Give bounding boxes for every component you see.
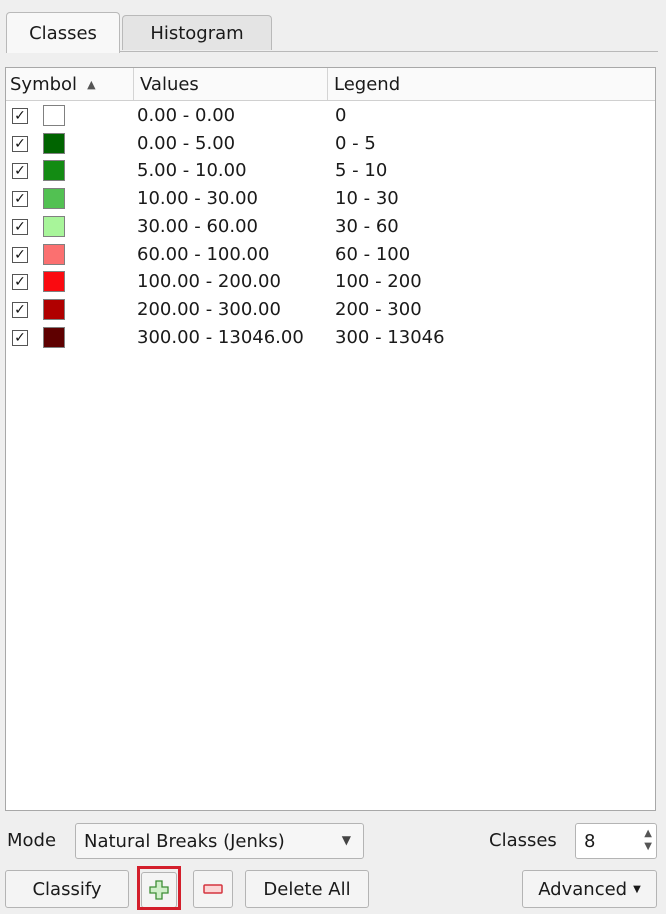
legend-cell[interactable]: 200 - 300 bbox=[335, 299, 422, 321]
class-checkbox[interactable]: ✓ bbox=[12, 329, 28, 346]
legend-cell[interactable]: 0 bbox=[335, 105, 346, 127]
class-checkbox[interactable]: ✓ bbox=[12, 108, 28, 124]
classify-button[interactable]: Classify bbox=[5, 870, 129, 908]
table-row[interactable]: ✓ 0.00 - 0.00 0 bbox=[6, 105, 655, 129]
legend-cell[interactable]: 30 - 60 bbox=[335, 216, 399, 238]
symbol-swatch[interactable] bbox=[43, 215, 65, 237]
classes-value: 8 bbox=[584, 830, 596, 852]
mode-label: Mode bbox=[7, 830, 57, 851]
add-button-highlight bbox=[137, 866, 181, 910]
table-row[interactable]: ✓ 300.00 - 13046.00 300 - 13046 bbox=[6, 326, 655, 351]
symbol-swatch[interactable] bbox=[43, 243, 65, 265]
values-cell[interactable]: 0.00 - 5.00 bbox=[137, 133, 235, 155]
table-row[interactable]: ✓ 0.00 - 5.00 0 - 5 bbox=[6, 132, 655, 157]
values-cell[interactable]: 60.00 - 100.00 bbox=[137, 244, 269, 266]
remove-icon bbox=[203, 884, 223, 894]
class-checkbox[interactable]: ✓ bbox=[12, 191, 28, 208]
class-checkbox[interactable]: ✓ bbox=[12, 301, 28, 318]
table-header: Symbol ▲ Values Legend bbox=[6, 68, 655, 101]
sort-ascending-icon: ▲ bbox=[87, 77, 96, 91]
symbol-swatch[interactable] bbox=[43, 326, 65, 348]
legend-cell[interactable]: 300 - 13046 bbox=[335, 327, 445, 349]
values-cell[interactable]: 10.00 - 30.00 bbox=[137, 188, 258, 210]
legend-cell[interactable]: 100 - 200 bbox=[335, 271, 422, 293]
symbol-swatch[interactable] bbox=[43, 132, 65, 154]
values-cell[interactable]: 100.00 - 200.00 bbox=[137, 271, 281, 293]
header-legend[interactable]: Legend bbox=[327, 68, 655, 100]
header-symbol-label: Symbol bbox=[10, 73, 78, 95]
class-checkbox[interactable]: ✓ bbox=[12, 274, 28, 291]
mode-select[interactable]: Natural Breaks (Jenks) ▼ bbox=[75, 823, 364, 859]
values-cell[interactable]: 30.00 - 60.00 bbox=[137, 216, 258, 238]
class-checkbox[interactable]: ✓ bbox=[12, 135, 28, 152]
classes-label: Classes bbox=[489, 830, 557, 851]
advanced-button[interactable]: Advanced ▼ bbox=[522, 870, 657, 908]
spin-arrows-icon[interactable]: ▲ ▼ bbox=[644, 827, 652, 853]
table-row[interactable]: ✓ 5.00 - 10.00 5 - 10 bbox=[6, 160, 655, 184]
symbol-swatch[interactable] bbox=[43, 271, 65, 293]
table-row[interactable]: ✓ 30.00 - 60.00 30 - 60 bbox=[6, 215, 655, 240]
tab-histogram[interactable]: Histogram bbox=[122, 15, 272, 50]
header-symbol[interactable]: Symbol ▲ bbox=[10, 68, 127, 100]
table-row[interactable]: ✓ 200.00 - 300.00 200 - 300 bbox=[6, 298, 655, 323]
menu-arrow-icon: ▼ bbox=[633, 883, 641, 895]
classes-table[interactable]: Symbol ▲ Values Legend ✓ 0.00 - 0.00 0 ✓ 0.0… bbox=[5, 67, 656, 811]
delete-all-button[interactable]: Delete All bbox=[245, 870, 369, 908]
values-cell[interactable]: 300.00 - 13046.00 bbox=[137, 327, 304, 349]
values-cell[interactable]: 0.00 - 0.00 bbox=[137, 105, 235, 127]
chevron-down-icon: ▼ bbox=[341, 833, 351, 847]
values-cell[interactable]: 5.00 - 10.00 bbox=[137, 160, 247, 182]
header-values[interactable]: Values bbox=[133, 68, 327, 100]
table-row[interactable]: ✓ 100.00 - 200.00 100 - 200 bbox=[6, 271, 655, 295]
class-checkbox[interactable]: ✓ bbox=[12, 218, 28, 235]
symbol-swatch[interactable] bbox=[43, 298, 65, 320]
table-row[interactable]: ✓ 10.00 - 30.00 10 - 30 bbox=[6, 188, 655, 212]
values-cell[interactable]: 200.00 - 300.00 bbox=[137, 299, 281, 321]
remove-class-button[interactable] bbox=[193, 870, 233, 908]
class-checkbox[interactable]: ✓ bbox=[12, 163, 28, 180]
classes-spinbox[interactable]: 8 ▲ ▼ bbox=[575, 823, 657, 859]
mode-value: Natural Breaks (Jenks) bbox=[84, 830, 285, 852]
symbol-swatch[interactable] bbox=[43, 188, 65, 210]
table-row[interactable]: ✓ 60.00 - 100.00 60 - 100 bbox=[6, 243, 655, 268]
legend-cell[interactable]: 5 - 10 bbox=[335, 160, 387, 182]
legend-cell[interactable]: 0 - 5 bbox=[335, 133, 376, 155]
class-checkbox[interactable]: ✓ bbox=[12, 246, 28, 263]
legend-cell[interactable]: 60 - 100 bbox=[335, 244, 410, 266]
advanced-label: Advanced bbox=[538, 878, 628, 900]
legend-cell[interactable]: 10 - 30 bbox=[335, 188, 399, 210]
symbol-swatch[interactable] bbox=[43, 105, 65, 126]
tab-classes[interactable]: Classes bbox=[6, 12, 120, 53]
symbol-swatch[interactable] bbox=[43, 160, 65, 182]
